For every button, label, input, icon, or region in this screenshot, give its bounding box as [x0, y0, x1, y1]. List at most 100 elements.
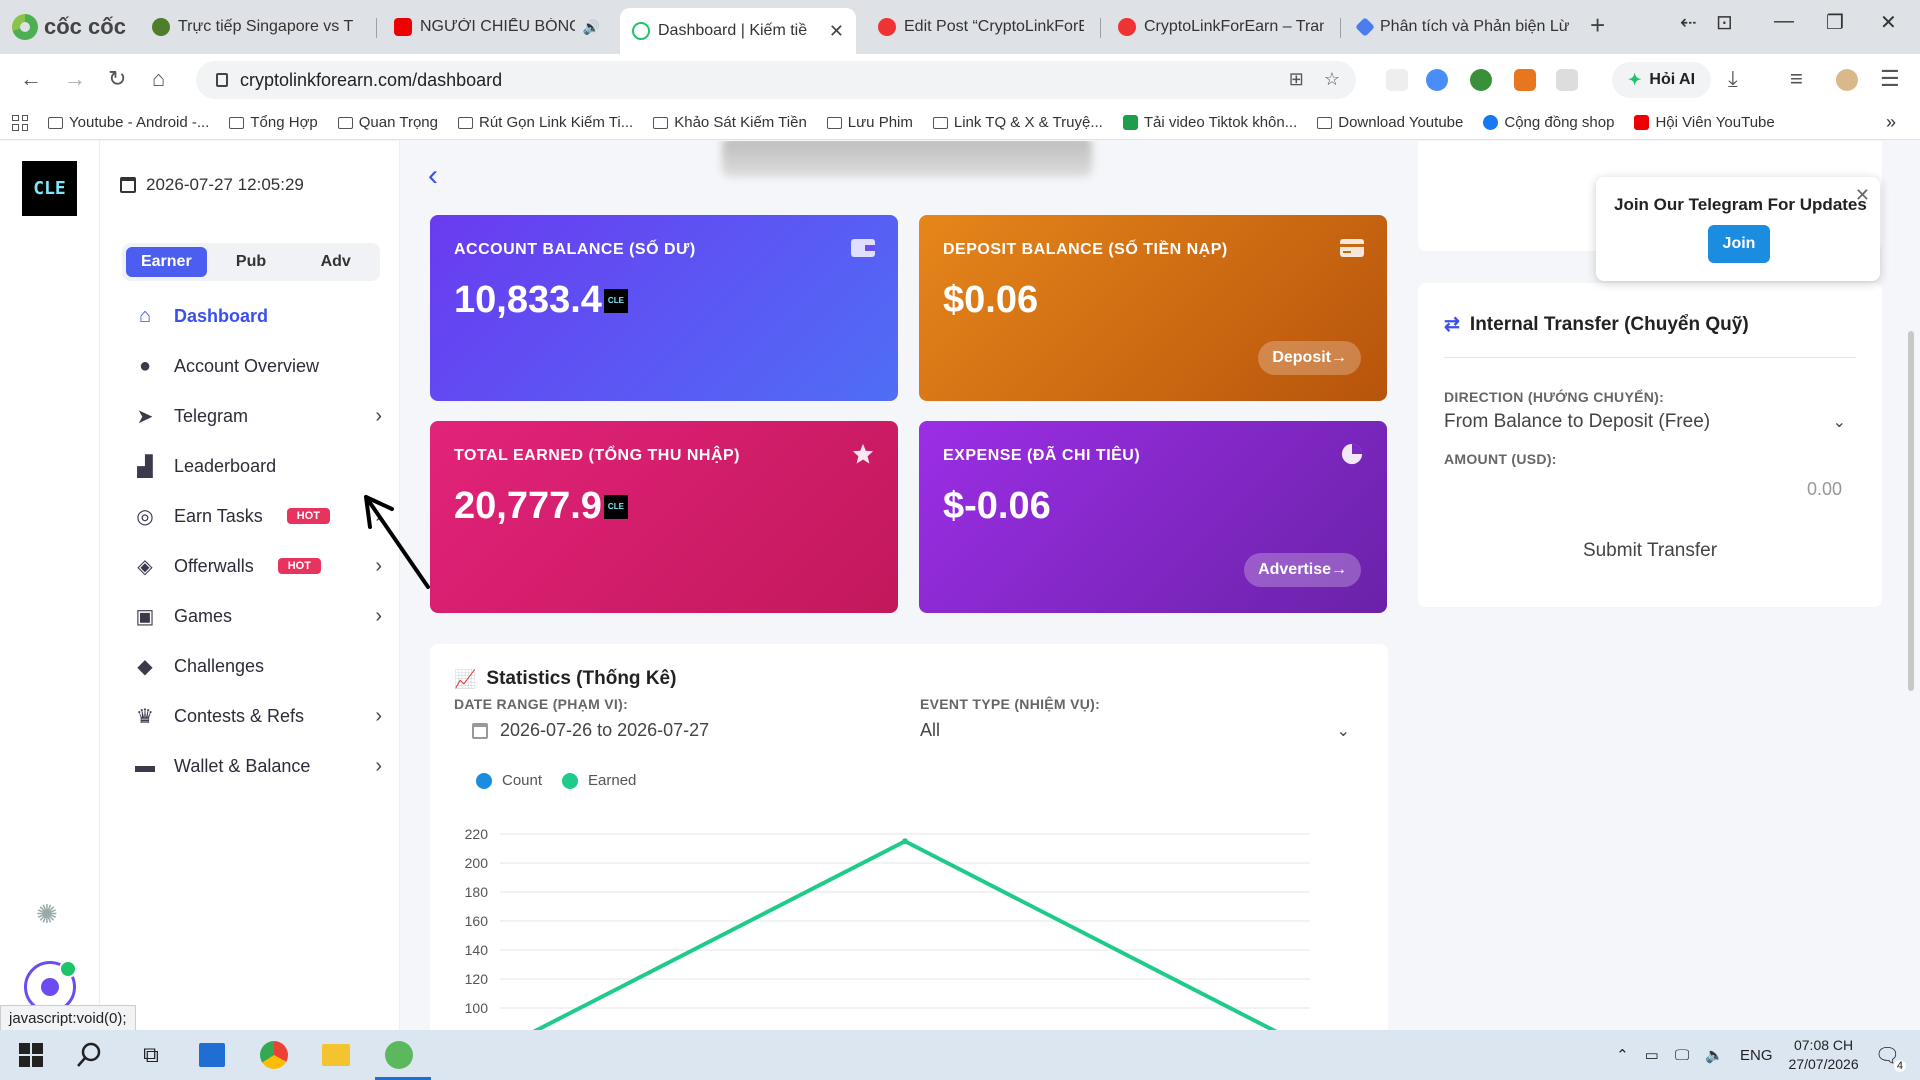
chevron-up-icon[interactable]: ⌃	[1616, 1046, 1629, 1064]
bookmark-item[interactable]: Khảo Sát Kiếm Tiền	[653, 114, 807, 131]
layers-icon: ◈	[137, 555, 153, 578]
clock[interactable]: 07:08 CH 27/07/2026	[1789, 1036, 1859, 1074]
sidebar-item-offerwalls[interactable]: ◈ Offerwalls HOT ›	[120, 541, 382, 591]
deposit-button[interactable]: Deposit→	[1258, 341, 1361, 375]
notification-icon[interactable]: 🗨 4	[1875, 1043, 1906, 1072]
bookmark-item[interactable]: Link TQ & X & Truyệ...	[932, 114, 1103, 131]
datetime-text: 2026-07-27 12:05:29	[146, 175, 304, 194]
chevron-down-icon: ⌄	[1832, 414, 1846, 431]
tab-back-icon[interactable]: ⇠	[1680, 10, 1697, 35]
minimize-icon[interactable]: —	[1774, 10, 1794, 33]
browser-tab[interactable]: Edit Post “CryptoLinkForEa	[866, 8, 1096, 46]
bookmark-item[interactable]: Tổng Hợp	[229, 114, 318, 131]
windows-start-icon[interactable]	[16, 1040, 46, 1070]
sidebar-item-wallet-balance[interactable]: ▬ Wallet & Balance ›	[120, 741, 382, 791]
more-bookmarks-icon[interactable]: »	[1886, 112, 1896, 133]
sidebar: 2026-07-27 12:05:29 Earner Pub Adv ⌂ Dash…	[100, 141, 400, 1030]
translate-icon[interactable]: ⊞	[1289, 69, 1304, 90]
chrome-icon[interactable]	[259, 1040, 289, 1070]
advertise-button[interactable]: Advertise→	[1244, 553, 1361, 587]
browser-tab[interactable]: Phân tích và Phản biện Lừ	[1346, 8, 1582, 46]
chevron-right-icon[interactable]: ›	[375, 405, 382, 428]
sidebar-item-dashboard[interactable]: ⌂ Dashboard	[120, 291, 382, 341]
sidebar-item-contests-refs[interactable]: ♛ Contests & Refs ›	[120, 691, 382, 741]
bookmark-item[interactable]: Lưu Phim	[826, 114, 913, 131]
close-popup-icon[interactable]: ✕	[1855, 185, 1870, 206]
bookmark-item[interactable]: Tải video Tiktok khôn...	[1122, 114, 1297, 131]
role-tab-pub[interactable]: Pub	[211, 247, 292, 277]
folder-icon	[932, 116, 948, 129]
role-tab-earner[interactable]: Earner	[126, 247, 207, 277]
coccoc-taskbar-icon[interactable]	[384, 1040, 414, 1070]
folder-icon	[229, 116, 245, 129]
page-scrollbar[interactable]	[1908, 331, 1914, 691]
new-tab-button[interactable]: +	[1590, 10, 1605, 41]
sidebar-item-earn-tasks[interactable]: ◎ Earn Tasks HOT ›	[120, 491, 382, 541]
close-tab-icon[interactable]: ✕	[829, 21, 844, 42]
bookmark-star-icon[interactable]: ☆	[1324, 69, 1340, 90]
folder-icon	[826, 116, 842, 129]
extension-icon[interactable]	[1426, 69, 1448, 91]
amount-label: AMOUNT (USD):	[1444, 451, 1557, 467]
file-explorer-icon[interactable]	[321, 1040, 351, 1070]
sidebar-item-telegram[interactable]: ➤ Telegram ›	[120, 391, 382, 441]
network-icon[interactable]: 🖵	[1675, 1047, 1689, 1064]
store-icon[interactable]	[197, 1040, 227, 1070]
menu-icon[interactable]: ☰	[1880, 66, 1900, 92]
search-icon[interactable]	[74, 1040, 104, 1070]
extension-icon[interactable]	[1470, 69, 1492, 91]
chevron-right-icon[interactable]: ›	[375, 605, 382, 628]
home-icon[interactable]: ⌂	[152, 66, 165, 92]
download-icon[interactable]: ⤓	[1728, 66, 1738, 92]
chevron-right-icon[interactable]: ›	[375, 705, 382, 728]
profile-avatar[interactable]	[1836, 69, 1858, 91]
metamask-icon[interactable]	[1514, 69, 1536, 91]
puzzle-extensions-icon[interactable]	[1556, 69, 1578, 91]
reload-icon[interactable]: ↻	[108, 66, 126, 92]
browser-tab[interactable]: Trực tiếp Singapore vs Tim	[140, 8, 365, 46]
media-list-icon[interactable]: ≡	[1790, 66, 1803, 92]
speaker-icon[interactable]: 🔊	[583, 19, 600, 36]
download-green-icon	[1122, 115, 1138, 130]
sidebar-item-games[interactable]: ▣ Games ›	[120, 591, 382, 641]
earned-data-point[interactable]	[902, 838, 908, 845]
tab-search-icon[interactable]: ⊡	[1716, 10, 1733, 35]
browser-tab-active[interactable]: Dashboard | Kiếm tiề ✕	[620, 8, 856, 54]
back-icon[interactable]: ←	[20, 66, 42, 92]
sidebar-item-leaderboard[interactable]: ▟ Leaderboard	[120, 441, 382, 491]
site-logo[interactable]: CLE	[22, 161, 77, 216]
browser-brand[interactable]: cốc cốc	[12, 10, 126, 44]
back-chevron-icon[interactable]: ‹	[428, 159, 438, 193]
browser-tab[interactable]: CryptoLinkForEarn – Trang	[1106, 8, 1336, 46]
earned-series-line[interactable]	[500, 839, 1310, 1030]
extension-icon[interactable]	[1386, 69, 1408, 91]
role-tab-adv[interactable]: Adv	[295, 247, 376, 277]
task-view-icon[interactable]: ⧉	[136, 1040, 166, 1070]
url-input[interactable]: cryptolinkforearn.com/dashboard ⊞ ☆	[196, 61, 1356, 99]
volume-icon[interactable]: 🔈	[1705, 1046, 1724, 1064]
join-telegram-button[interactable]: Join	[1708, 225, 1770, 263]
chevron-right-icon[interactable]: ›	[375, 755, 382, 778]
amount-input[interactable]: 0.00	[1444, 479, 1856, 500]
hoi-ai-button[interactable]: ✦ Hỏi AI	[1612, 62, 1712, 98]
input-language[interactable]: ENG	[1740, 1047, 1773, 1064]
bookmark-item[interactable]: Youtube - Android -...	[48, 114, 209, 131]
bookmark-item[interactable]: Download Youtube	[1317, 114, 1463, 131]
sidebar-item-label: Games	[174, 605, 233, 626]
forward-icon[interactable]: →	[64, 66, 86, 92]
bookmark-item[interactable]: Cộng đồng shop	[1483, 114, 1614, 131]
browser-tab[interactable]: NGƯỜI CHIẾU BÓNG Đ 🔊	[382, 8, 612, 46]
bookmark-item[interactable]: Quan Trọng	[337, 114, 438, 131]
battery-icon[interactable]: ▭	[1645, 1046, 1659, 1064]
bookmark-item[interactable]: Rút Gọn Link Kiếm Ti...	[457, 114, 633, 131]
direction-select[interactable]: From Balance to Deposit (Free) ⌄	[1444, 411, 1856, 433]
sidebar-item-challenges[interactable]: ◆ Challenges	[120, 641, 382, 691]
close-window-icon[interactable]: ✕	[1880, 10, 1897, 35]
statistics-panel: 📈 Statistics (Thống Kê) DATE RANGE (PHẠM…	[430, 644, 1388, 1030]
bookmark-item[interactable]: Hội Viên YouTube	[1634, 114, 1775, 131]
apps-grid-icon[interactable]	[12, 114, 28, 131]
submit-transfer-button[interactable]: Submit Transfer	[1444, 531, 1856, 571]
settings-gear-icon[interactable]: ✺	[36, 899, 58, 930]
restore-icon[interactable]: ❐	[1826, 10, 1844, 35]
sidebar-item-account-overview[interactable]: ● Account Overview	[120, 341, 382, 391]
